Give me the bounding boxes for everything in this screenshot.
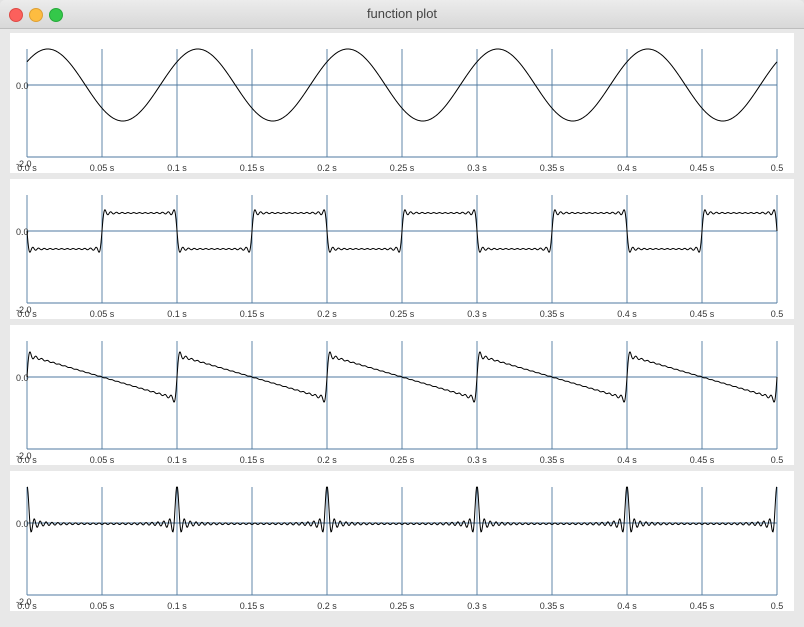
x-tick-label: 0.45 s [690,601,715,611]
x-tick-label: 0.45 s [690,455,715,465]
x-tick-label: 0.25 s [390,163,415,173]
x-tick-label: 0.4 s [617,601,637,611]
x-tick-label: 0.4 s [617,309,637,319]
app-window: function plot 0.0 s 0.05 s 0.1 s 0.15 s 0.2 … [0,0,804,627]
y-tick-label: 0.0 [16,81,29,91]
x-tick-label: 0.05 s [90,163,115,173]
x-tick-label: 0.5 [771,163,784,173]
x-tick-label: 0.15 s [240,601,265,611]
x-tick-label: 0.25 s [390,309,415,319]
plot-panel-1: 0.0 s 0.05 s 0.1 s 0.15 s 0.2 s 0.25 s 0.3 s 0.… [10,33,794,173]
x-tick-label: 0.45 s [690,163,715,173]
x-tick-label: 0.2 s [317,309,337,319]
x-tick-label: 0.3 s [467,455,487,465]
x-tick-label: 0.35 s [540,163,565,173]
x-tick-label: 0.1 s [167,455,187,465]
plot-panel-4: 0.0 s 0.05 s 0.1 s 0.15 s 0.2 s 0.25 s 0.3 s 0.… [10,471,794,611]
x-tick-label: 0.35 s [540,455,565,465]
x-tick-label: 0.2 s [317,601,337,611]
x-tick-label: 0.15 s [240,163,265,173]
x-tick-label: 0.25 s [390,455,415,465]
x-tick-label: 0.3 s [467,163,487,173]
x-tick-label: 0.2 s [317,163,337,173]
plot-panel-3: 0.0 s 0.05 s 0.1 s 0.15 s 0.2 s 0.25 s 0.3 s 0.… [10,325,794,465]
x-tick-label: 0.45 s [690,309,715,319]
y-tick-label: -2.0 [16,597,32,607]
y-tick-label: 0.0 [16,373,29,383]
x-tick-label: 0.1 s [167,309,187,319]
x-tick-label: 0.15 s [240,455,265,465]
y-tick-label: -2.0 [16,159,32,169]
x-tick-label: 0.25 s [390,601,415,611]
x-tick-label: 0.35 s [540,309,565,319]
y-tick-label: 0.0 [16,519,29,529]
x-tick-label: 0.4 s [617,455,637,465]
x-tick-label: 0.3 s [467,309,487,319]
x-tick-label: 0.35 s [540,601,565,611]
x-tick-label: 0.1 s [167,601,187,611]
x-tick-label: 0.05 s [90,455,115,465]
x-tick-label: 0.05 s [90,309,115,319]
x-tick-label: 0.05 s [90,601,115,611]
plot-panel-2: 0.0 s 0.05 s 0.1 s 0.15 s 0.2 s 0.25 s 0.3 s 0.… [10,179,794,319]
x-tick-label: 0.1 s [167,163,187,173]
y-tick-label: -2.0 [16,305,32,315]
x-tick-label: 0.5 [771,601,784,611]
x-tick-label: 0.2 s [317,455,337,465]
x-tick-label: 0.5 [771,309,784,319]
x-tick-label: 0.5 [771,455,784,465]
x-tick-label: 0.15 s [240,309,265,319]
y-tick-label: -2.0 [16,451,32,461]
plots-canvas: 0.0 s 0.05 s 0.1 s 0.15 s 0.2 s 0.25 s 0.3 s 0.… [10,33,794,611]
x-tick-label: 0.3 s [467,601,487,611]
x-tick-label: 0.4 s [617,163,637,173]
